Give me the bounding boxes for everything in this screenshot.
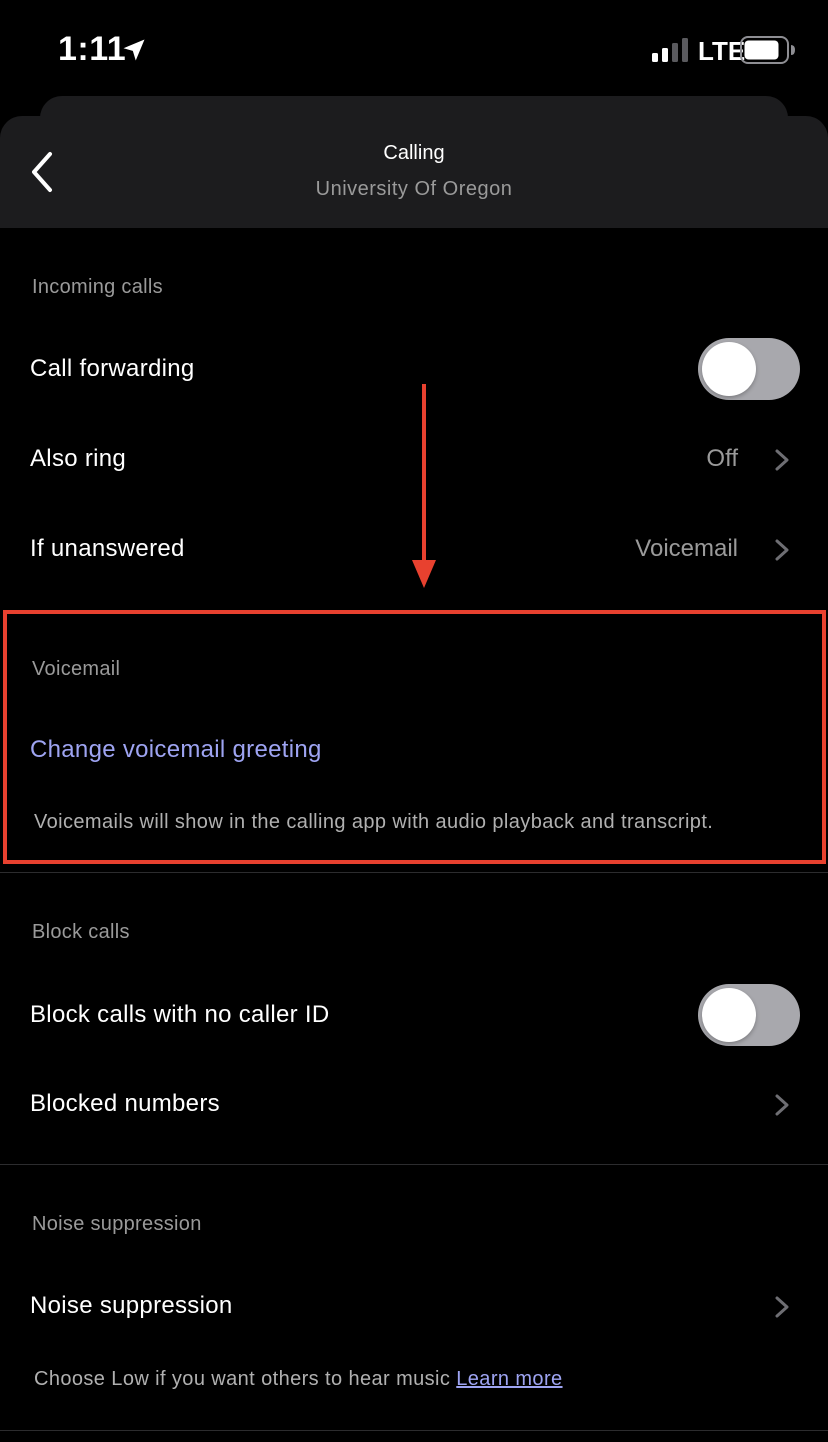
page-title: Calling bbox=[383, 142, 445, 164]
network-type: LTE bbox=[698, 36, 746, 66]
if-unanswered-value: Voicemail bbox=[635, 535, 738, 562]
row-block-no-caller-id[interactable]: Block calls with no caller ID bbox=[0, 981, 828, 1051]
location-arrow-icon bbox=[123, 39, 145, 61]
noise-suppression-note-text: Choose Low if you want others to hear mu… bbox=[34, 1368, 451, 1390]
chevron-right-icon bbox=[775, 449, 789, 471]
annotation-arrow-icon bbox=[412, 384, 436, 588]
section-label-noise-suppression: Noise suppression bbox=[32, 1213, 202, 1235]
annotation-highlight-box bbox=[3, 610, 826, 864]
noise-suppression-label: Noise suppression bbox=[30, 1292, 233, 1319]
section-label-incoming-calls: Incoming calls bbox=[32, 276, 163, 298]
battery-icon bbox=[740, 36, 795, 64]
section-label-block-calls: Block calls bbox=[32, 921, 130, 943]
chevron-right-icon bbox=[775, 1296, 789, 1318]
toggle-knob bbox=[702, 988, 756, 1042]
status-bar: 1:11 LTE bbox=[0, 0, 828, 96]
row-blocked-numbers[interactable]: Blocked numbers bbox=[0, 1070, 828, 1140]
learn-more-link[interactable]: Learn more bbox=[456, 1368, 562, 1390]
page-subtitle: University Of Oregon bbox=[315, 178, 513, 200]
block-no-caller-id-toggle[interactable] bbox=[698, 984, 800, 1046]
blocked-numbers-label: Blocked numbers bbox=[30, 1090, 220, 1117]
if-unanswered-label: If unanswered bbox=[30, 535, 185, 562]
chevron-right-icon bbox=[775, 1094, 789, 1116]
noise-suppression-note: Choose Low if you want others to hear mu… bbox=[34, 1368, 563, 1391]
also-ring-label: Also ring bbox=[30, 445, 127, 472]
status-time: 1:11 bbox=[58, 30, 127, 68]
divider bbox=[0, 1430, 828, 1431]
also-ring-value: Off bbox=[706, 445, 738, 472]
call-forwarding-label: Call forwarding bbox=[30, 355, 195, 382]
row-noise-suppression[interactable]: Noise suppression bbox=[0, 1272, 828, 1342]
call-forwarding-toggle[interactable] bbox=[698, 338, 800, 400]
header: Calling University Of Oregon bbox=[0, 116, 828, 228]
signal-bars-icon bbox=[652, 38, 688, 62]
chevron-right-icon bbox=[775, 539, 789, 561]
divider bbox=[0, 1164, 828, 1165]
toggle-knob bbox=[702, 342, 756, 396]
block-no-caller-id-label: Block calls with no caller ID bbox=[30, 1001, 330, 1028]
divider bbox=[0, 872, 828, 873]
